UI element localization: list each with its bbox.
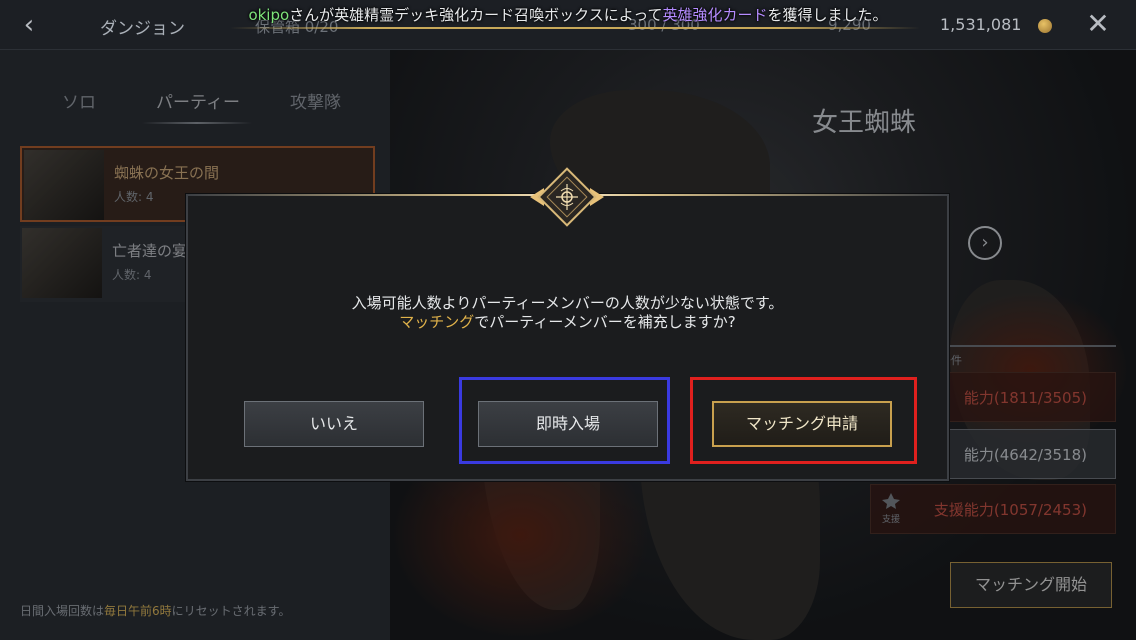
dialog-message-line2: マッチングでパーティーメンバーを補充しますか? — [399, 313, 736, 331]
emblem-icon — [530, 167, 604, 227]
highlight-box-blue — [459, 377, 670, 464]
notice-underline — [230, 27, 920, 29]
system-notice: okipoさんが英雄精霊デッキ強化カード召喚ボックスによって英雄強化カードを獲得… — [248, 6, 888, 24]
dialog-message: 入場可能人数よりパーティーメンバーの人数が少ない状態です。 マッチングでパーティ… — [188, 294, 947, 332]
highlight-box-red — [690, 377, 917, 464]
dialog-message-line1: 入場可能人数よりパーティーメンバーの人数が少ない状態です。 — [351, 294, 784, 312]
no-button[interactable]: いいえ — [244, 401, 424, 447]
